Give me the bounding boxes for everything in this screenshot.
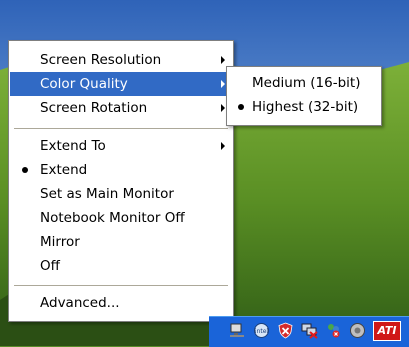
- menu-item-label: Medium (16-bit): [252, 75, 361, 91]
- menu-item-screen-rotation[interactable]: Screen Rotation: [10, 96, 232, 120]
- menu-item-notebook-monitor-off[interactable]: Notebook Monitor Off: [10, 206, 232, 230]
- radio-checked-icon: [238, 104, 244, 110]
- menu-item-label: Color Quality: [40, 76, 128, 92]
- system-tray: intel ATI: [209, 316, 409, 347]
- menu-item-label: Set as Main Monitor: [40, 186, 174, 202]
- network-disconnected-icon[interactable]: [301, 322, 318, 339]
- submenu-arrow-icon: [221, 142, 225, 150]
- menu-item-color-quality[interactable]: Color Quality: [10, 72, 232, 96]
- menu-item-label: Advanced...: [40, 295, 120, 311]
- submenu-item-medium-16bit[interactable]: Medium (16-bit): [228, 71, 380, 95]
- svg-text:intel: intel: [255, 328, 269, 335]
- radio-checked-icon: [22, 167, 28, 173]
- menu-item-label: Screen Rotation: [40, 100, 148, 116]
- ati-icon-label: ATI: [377, 324, 397, 337]
- display-context-menu: Screen Resolution Color Quality Screen R…: [8, 40, 234, 322]
- color-quality-submenu: Medium (16-bit) Highest (32-bit): [226, 66, 382, 126]
- menu-item-extend[interactable]: Extend: [10, 158, 232, 182]
- menu-item-extend-to[interactable]: Extend To: [10, 134, 232, 158]
- menu-separator: [14, 128, 228, 129]
- menu-separator: [14, 285, 228, 286]
- menu-item-label: Screen Resolution: [40, 52, 162, 68]
- menu-item-mirror[interactable]: Mirror: [10, 230, 232, 254]
- security-shield-icon[interactable]: [277, 322, 294, 339]
- menu-item-advanced[interactable]: Advanced...: [10, 291, 232, 315]
- network-icon[interactable]: [229, 322, 246, 339]
- ati-icon[interactable]: ATI: [373, 321, 401, 341]
- menu-item-label: Mirror: [40, 234, 80, 250]
- volume-icon[interactable]: [349, 322, 366, 339]
- submenu-item-highest-32bit[interactable]: Highest (32-bit): [228, 95, 380, 119]
- submenu-arrow-icon: [221, 104, 225, 112]
- display-settings-icon[interactable]: intel: [253, 322, 270, 339]
- submenu-arrow-icon: [221, 80, 225, 88]
- submenu-arrow-icon: [221, 56, 225, 64]
- menu-item-label: Off: [40, 258, 60, 274]
- wireless-error-icon[interactable]: [325, 322, 342, 339]
- menu-item-screen-resolution[interactable]: Screen Resolution: [10, 48, 232, 72]
- menu-item-set-main-monitor[interactable]: Set as Main Monitor: [10, 182, 232, 206]
- menu-item-label: Highest (32-bit): [252, 99, 359, 115]
- menu-item-label: Extend: [40, 162, 88, 178]
- menu-item-off[interactable]: Off: [10, 254, 232, 278]
- menu-item-label: Notebook Monitor Off: [40, 210, 185, 226]
- menu-item-label: Extend To: [40, 138, 106, 154]
